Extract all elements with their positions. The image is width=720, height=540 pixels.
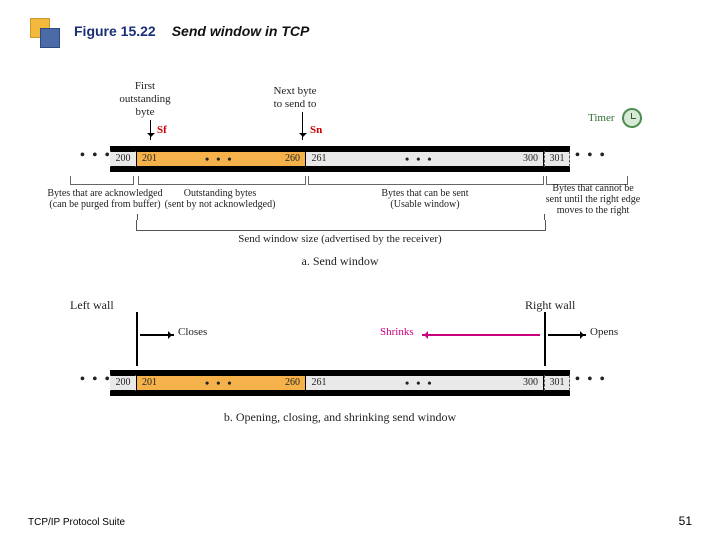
- right-wall-label: Right wall: [525, 298, 575, 313]
- region3-label: Bytes that can be sent (Usable window): [350, 188, 500, 210]
- dots-left-a: • • •: [80, 148, 112, 164]
- sf-arrow: [150, 120, 151, 140]
- closes-arrow: [140, 334, 174, 336]
- right-wall: [544, 312, 546, 366]
- sn-arrow: [302, 112, 303, 140]
- cell-a-200: 200: [110, 152, 136, 166]
- timer-icon: [622, 108, 642, 128]
- left-wall: [136, 312, 138, 366]
- cell-a-300: 300: [518, 152, 544, 166]
- shrinks-arrow: [422, 334, 540, 336]
- cell-a-201: 201: [136, 152, 162, 166]
- track-b: 200 201 • • • 260 261 • • • 300 301: [110, 370, 570, 396]
- cell-b-200: 200: [110, 376, 136, 390]
- label-next-byte: Next byte to send to: [250, 85, 340, 111]
- cell-a-260: 260: [280, 152, 306, 166]
- figure-number: Figure 15.22: [74, 23, 156, 39]
- diagram-area: First outstanding byte Next byte to send…: [70, 80, 660, 480]
- label-first-outstanding: First outstanding byte: [100, 80, 190, 120]
- cell-a-261: 261: [306, 152, 332, 166]
- region2-label: Outstanding bytes (sent by not acknowled…: [145, 188, 295, 210]
- cell-b-201: 201: [136, 376, 162, 390]
- page-number: 51: [679, 514, 692, 528]
- sf-label: Sf: [157, 124, 167, 136]
- dots-left-b: • • •: [80, 372, 112, 388]
- caption-a: a. Send window: [270, 254, 410, 269]
- region4-label: Bytes that cannot be sent until the righ…: [528, 183, 658, 216]
- dots-right-a: • • •: [575, 148, 607, 164]
- caption-b: b. Opening, closing, and shrinking send …: [190, 410, 490, 425]
- header-decor-icon: [30, 18, 56, 44]
- figure-title: Send window in TCP: [172, 23, 310, 39]
- cell-b-260: 260: [280, 376, 306, 390]
- sn-label: Sn: [310, 124, 322, 136]
- left-wall-label: Left wall: [70, 298, 114, 313]
- cell-b-300: 300: [518, 376, 544, 390]
- closes-label: Closes: [178, 326, 207, 338]
- cell-b-261: 261: [306, 376, 332, 390]
- footer-text: TCP/IP Protocol Suite: [28, 517, 125, 528]
- opens-arrow: [548, 334, 586, 336]
- opens-label: Opens: [590, 326, 618, 338]
- shrinks-label: Shrinks: [380, 326, 414, 338]
- window-size-label: Send window size (advertised by the rece…: [190, 233, 490, 245]
- window-size-bracket: [136, 220, 546, 231]
- slide-header: Figure 15.22 Send window in TCP: [30, 18, 309, 44]
- timer-label: Timer: [588, 112, 615, 124]
- track-a: 200 201 • • • 260 261 • • • 300 301: [110, 146, 570, 172]
- dots-right-b: • • •: [575, 372, 607, 388]
